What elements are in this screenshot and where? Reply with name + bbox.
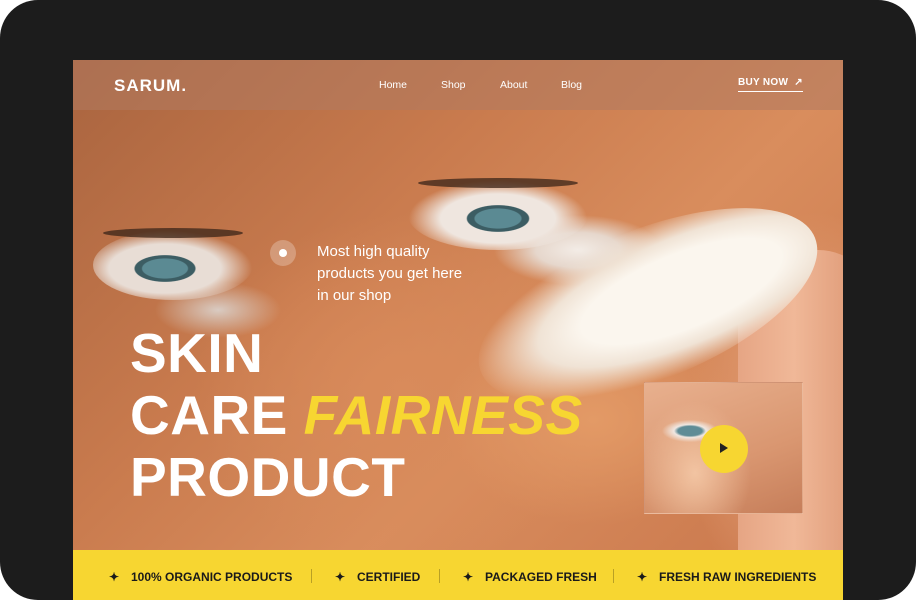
feature-label: PACKAGED FRESH: [485, 570, 597, 584]
feature-item: ✦ CERTIFIED: [335, 570, 420, 584]
divider: [311, 569, 312, 583]
feature-item: ✦ 100% ORGANIC PRODUCTS: [109, 570, 292, 584]
nav-home[interactable]: Home: [379, 79, 407, 91]
divider: [439, 569, 440, 583]
buy-now-button[interactable]: BUY NOW ↗: [738, 77, 803, 92]
feature-label: FRESH RAW INGREDIENTS: [659, 570, 817, 584]
sparkle-icon: ✦: [463, 570, 474, 584]
hero-headline: SKIN CARE FAIRNESS PRODUCT: [130, 322, 583, 508]
right-eye-image: [408, 180, 588, 250]
video-thumbnail[interactable]: [644, 382, 803, 514]
features-bar: ✦ 100% ORGANIC PRODUCTS ✦ CERTIFIED ✦ PACKA…: [73, 550, 843, 600]
left-eye-image: [93, 230, 253, 300]
nav-about[interactable]: About: [500, 79, 527, 91]
eyelash-image: [103, 228, 243, 238]
play-button[interactable]: [700, 425, 748, 473]
device-frame: SARUM. Home Shop About Blog BUY NOW ↗ Mos…: [0, 0, 916, 600]
headline-line-1: SKIN: [130, 322, 264, 384]
feature-label: CERTIFIED: [357, 570, 421, 584]
headline-line-2: CARE FAIRNESS: [130, 384, 583, 446]
top-nav: SARUM. Home Shop About Blog BUY NOW ↗: [73, 60, 843, 110]
sparkle-icon: ✦: [109, 570, 120, 584]
hero-tagline: Most high quality products you get here …: [317, 241, 527, 307]
tagline-line: in our shop: [317, 287, 392, 304]
nav-blog[interactable]: Blog: [561, 79, 582, 91]
bullet-icon: [270, 240, 296, 266]
feature-label: 100% ORGANIC PRODUCTS: [131, 570, 293, 584]
hero-screen: SARUM. Home Shop About Blog BUY NOW ↗ Mos…: [73, 60, 843, 600]
arrow-up-right-icon: ↗: [794, 77, 803, 88]
play-icon: [720, 443, 728, 453]
feature-item: ✦ FRESH RAW INGREDIENTS: [637, 570, 816, 584]
sparkle-icon: ✦: [335, 570, 346, 584]
brand-logo[interactable]: SARUM.: [114, 76, 187, 96]
headline-line-3: PRODUCT: [130, 446, 406, 508]
eyelash-image: [418, 178, 578, 188]
nav-shop[interactable]: Shop: [441, 79, 466, 91]
headline-accent: FAIRNESS: [303, 384, 583, 446]
headline-care: CARE: [130, 384, 288, 446]
feature-item: ✦ PACKAGED FRESH: [463, 570, 597, 584]
tagline-line: products you get here: [317, 265, 463, 282]
buy-now-label: BUY NOW: [738, 77, 789, 88]
divider: [613, 569, 614, 583]
sparkle-icon: ✦: [637, 570, 648, 584]
tagline-line: Most high quality: [317, 243, 430, 260]
